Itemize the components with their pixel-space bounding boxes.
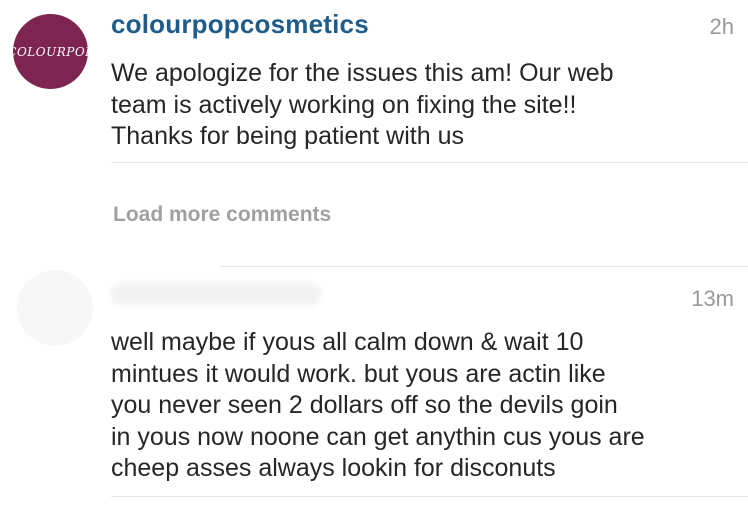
comment-line: team is actively working on fixing the s… xyxy=(111,90,577,119)
comment-line: in yous now noone can get anythin cus yo… xyxy=(111,422,645,451)
load-more-comments-button[interactable]: Load more comments xyxy=(113,203,331,227)
comment-username[interactable]: colourpopcosmetics xyxy=(111,9,369,40)
comment-divider xyxy=(111,496,748,497)
comment-line: you never seen 2 dollars off so the devi… xyxy=(111,391,618,419)
user-avatar[interactable] xyxy=(17,270,93,346)
comment-divider xyxy=(111,162,748,163)
blurred-username[interactable] xyxy=(111,283,321,305)
comment-line: We apologize for the issues this am! Our… xyxy=(111,59,614,87)
comment-line: well maybe if yous all calm down & wait … xyxy=(111,328,584,356)
section-divider xyxy=(220,266,748,267)
comment-timestamp: 2h xyxy=(709,14,734,39)
avatar-logo-text: COLOURPOP xyxy=(7,44,94,59)
comment-body: We apologize for the issues this am! Our… xyxy=(111,58,731,153)
comment-line: cheep asses always lookin for disconuts xyxy=(111,454,556,482)
comment-body: well maybe if yous all calm down & wait … xyxy=(111,327,731,485)
comment-timestamp: 13m xyxy=(691,286,734,311)
colourpop-avatar[interactable]: COLOURPOP xyxy=(7,14,93,89)
comment-line: Thanks for being patient with us xyxy=(111,122,464,150)
comment-line: mintues it would work. but yous are acti… xyxy=(111,359,606,388)
